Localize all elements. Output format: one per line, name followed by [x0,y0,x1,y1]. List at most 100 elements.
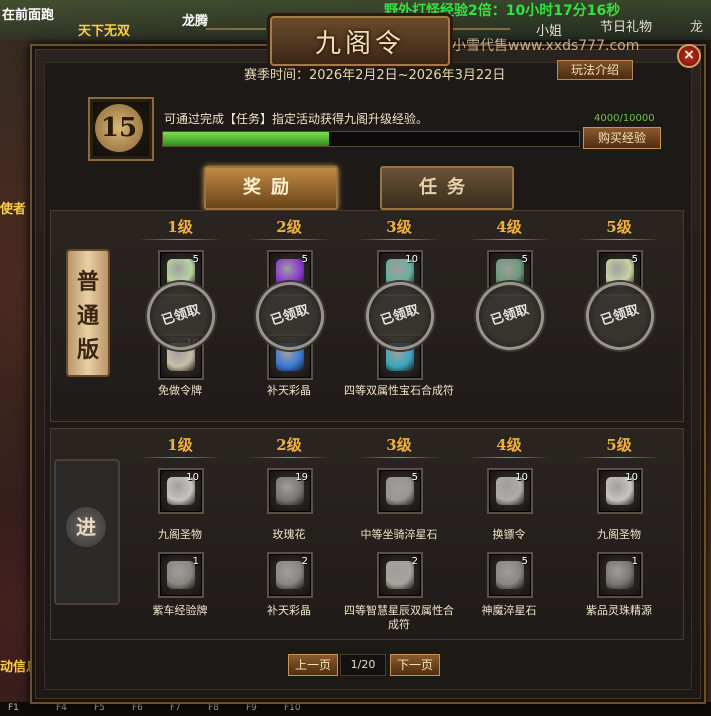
advanced-reward-bottom-slot[interactable]: 1 [597,552,643,598]
item-count: 10 [625,472,638,483]
item-count: 5 [521,254,528,265]
item-count: 5 [631,254,638,265]
item-count: 2 [411,556,418,567]
normal-level-label: 2级 [276,218,302,236]
title-ornament-left [206,28,266,52]
hotkey-f8[interactable]: F8 [208,703,219,713]
advanced-level-label: 5级 [606,436,632,454]
rules-button[interactable]: 玩法介绍 [557,60,633,80]
item-count: 1 [192,556,199,567]
advanced-reward-bottom-icon [606,561,634,589]
advanced-badge-label: 进 [66,507,106,547]
advanced-reward-top-name: 玫瑰花 [272,528,306,541]
advanced-reward-top-slot[interactable]: 10 [597,468,643,514]
advanced-reward-top-slot[interactable]: 10 [158,468,204,514]
item-count: 5 [521,556,528,567]
item-count: 10 [515,472,528,483]
item-count: 5 [301,254,308,265]
advanced-level-label: 4级 [496,436,522,454]
advanced-level-label: 2级 [276,436,302,454]
tab-tasks[interactable]: 任务 [380,166,514,210]
watermark-text: 小雪代售www.xxds777.com [452,38,640,54]
advanced-reward-top-icon [386,477,414,505]
item-count: 5 [411,472,418,483]
level-divider [247,239,331,240]
item-count: 5 [192,254,199,265]
normal-reward-name: 免做令牌 [158,384,202,397]
advanced-level-label: 1级 [167,436,193,454]
hud-left-mid-text: 使者 [0,202,27,217]
normal-version-badge: 普通版 [66,249,110,377]
exp-progress-bar [162,131,580,147]
hud-guild-tag: 天下无双 [78,24,131,39]
hud-right-name: 龙 [690,20,704,35]
level-divider [357,239,441,240]
hotkey-bar: F1 F4 F5 F6 F7 F8 F9 F10 [0,702,711,716]
hotkey-f4[interactable]: F4 [56,703,67,713]
level-divider [138,239,222,240]
normal-level-label: 4级 [496,218,522,236]
hotkey-f9[interactable]: F9 [246,703,257,713]
advanced-reward-bottom-slot[interactable]: 1 [158,552,204,598]
hotkey-f5[interactable]: F5 [94,703,105,713]
advanced-reward-top-name: 中等坐骑淬星石 [360,528,438,541]
hotkey-f1[interactable]: F1 [8,703,19,713]
advanced-reward-bottom-slot[interactable]: 2 [267,552,313,598]
level-divider [138,457,222,458]
normal-reward-name: 四等双属性宝石合成符 [344,384,454,397]
advanced-reward-bottom-icon [496,561,524,589]
hotkey-f6[interactable]: F6 [132,703,143,713]
item-count: 10 [405,254,418,265]
normal-level-label: 5级 [606,218,632,236]
current-level-number: 15 [95,104,143,152]
hud-player-name: 龙腾 [182,14,209,29]
tab-rewards[interactable]: 奖励 [204,166,338,210]
advanced-level-label: 3级 [386,436,412,454]
close-button[interactable]: × [677,44,701,68]
normal-level-label: 1级 [167,218,193,236]
item-count: 1 [631,556,638,567]
level-divider [247,457,331,458]
advanced-reward-top-slot[interactable]: 19 [267,468,313,514]
normal-level-label: 3级 [386,218,412,236]
advanced-reward-bottom-slot[interactable]: 2 [377,552,423,598]
exp-hint-text: 可通过完成【任务】指定活动获得九阁升级经验。 [164,112,429,126]
advanced-reward-bottom-icon [386,561,414,589]
season-time: 赛季时间：2026年2月2日~2026年3月22日 [244,68,506,83]
level-divider [467,457,551,458]
normal-reward-name: 补天彩晶 [267,384,311,397]
level-divider [577,457,661,458]
advanced-reward-top-name: 换镖令 [492,528,526,541]
exp-value-text: 4000/10000 [594,113,655,124]
advanced-reward-top-name: 九阁圣物 [158,528,202,541]
page-indicator: 1/20 [340,654,386,676]
advanced-reward-bottom-name: 紫品灵珠精源 [586,604,652,617]
advanced-reward-top-slot[interactable]: 5 [377,468,423,514]
exp-progress-fill [163,132,330,146]
hotkey-f10[interactable]: F10 [284,703,301,713]
advanced-reward-bottom-name: 补天彩晶 [267,604,311,617]
advanced-reward-top-name: 九阁圣物 [597,528,641,541]
item-count: 2 [301,556,308,567]
advanced-reward-bottom-icon [167,561,195,589]
hotkey-f7[interactable]: F7 [170,703,181,713]
advanced-reward-bottom-slot[interactable]: 5 [487,552,533,598]
next-page-button[interactable]: 下一页 [390,654,440,676]
advanced-reward-top-slot[interactable]: 10 [487,468,533,514]
advanced-reward-bottom-name: 紫车经验牌 [152,604,208,617]
advanced-reward-bottom-icon [276,561,304,589]
advanced-version-badge: 进 [54,459,120,605]
item-count: 10 [186,472,199,483]
hud-festival-text: 节日礼物 [600,20,653,35]
item-count: 19 [295,472,308,483]
advanced-reward-bottom-name: 四等智慧星辰双属性合成符 [344,604,454,631]
level-divider [467,239,551,240]
panel-title: 九阁令 [270,16,450,66]
hud-left-top-text: 在前面跑 [2,8,55,23]
advanced-reward-bottom-name: 神魔淬星石 [481,604,537,617]
prev-page-button[interactable]: 上一页 [288,654,338,676]
current-level-badge: 15 [88,97,154,161]
buy-exp-button[interactable]: 购买经验 [583,127,661,149]
level-divider [357,457,441,458]
level-divider [577,239,661,240]
